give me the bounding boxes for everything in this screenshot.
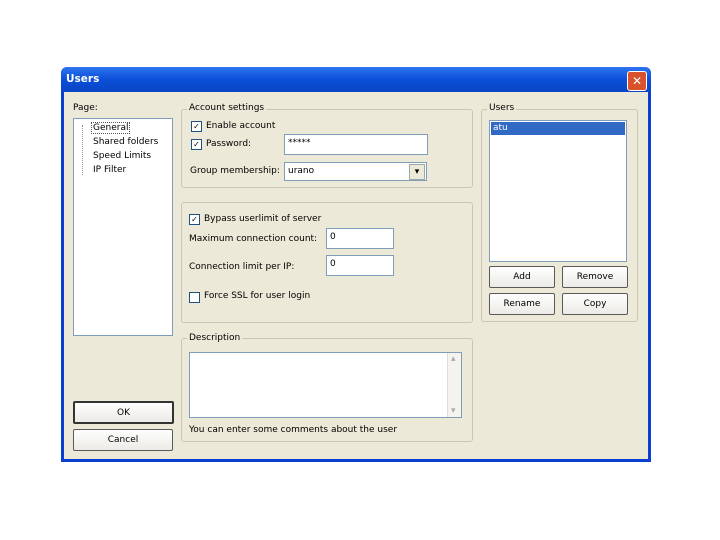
users-list[interactable]: atu [489,120,627,262]
bypass-userlimit-label: Bypass userlimit of server [204,214,322,224]
description-textarea[interactable]: ▴ ▾ [189,352,462,418]
password-checkbox[interactable]: ✓ [191,139,202,150]
check-icon: ✓ [191,215,198,224]
tree-item-general[interactable]: General [91,122,131,134]
bypass-userlimit-checkbox[interactable]: ✓ [189,214,200,225]
connection-per-ip-input[interactable]: 0 [326,255,394,276]
close-icon: ✕ [631,74,643,88]
connection-per-ip-label: Connection limit per IP: [189,262,295,272]
password-value: ***** [288,138,311,148]
max-connection-label: Maximum connection count: [189,234,318,244]
tree-item-speed-limits[interactable]: Speed Limits [93,151,151,161]
force-ssl-label: Force SSL for user login [204,291,311,301]
check-icon: ✓ [193,140,200,149]
tree-item-shared-folders[interactable]: Shared folders [93,137,158,147]
page-label: Page: [73,103,98,113]
description-legend: Description [187,333,243,343]
enable-account-label: Enable account [206,121,276,131]
close-button[interactable]: ✕ [627,71,647,91]
users-legend: Users [487,103,517,113]
window-title: Users [66,73,100,85]
account-settings-legend: Account settings [187,103,267,113]
add-user-button[interactable]: Add [489,266,555,288]
tree-item-ip-filter[interactable]: IP Filter [93,165,126,175]
remove-user-button[interactable]: Remove [562,266,628,288]
max-connection-value: 0 [330,232,336,242]
check-icon: ✓ [193,122,200,131]
rename-user-button[interactable]: Rename [489,293,555,315]
connection-per-ip-value: 0 [330,259,336,269]
password-label: Password: [206,139,252,149]
chevron-down-icon: ▾ [414,167,420,177]
enable-account-checkbox[interactable]: ✓ [191,121,202,132]
copy-user-button[interactable]: Copy [562,293,628,315]
tree-connector [82,125,84,175]
user-list-item[interactable]: atu [491,122,625,135]
group-membership-label: Group membership: [190,166,280,176]
ok-button[interactable]: OK [73,401,174,424]
page-tree[interactable]: General Shared folders Speed Limits IP F… [73,118,173,336]
password-input[interactable]: ***** [284,134,428,155]
max-connection-input[interactable]: 0 [326,228,394,249]
dropdown-button[interactable]: ▾ [409,164,425,180]
description-hint: You can enter some comments about the us… [189,425,398,435]
force-ssl-checkbox[interactable] [189,292,200,303]
title-bar[interactable] [61,67,651,92]
cancel-button[interactable]: Cancel [73,429,173,451]
scroll-down-icon[interactable]: ▾ [451,406,456,416]
scroll-up-icon[interactable]: ▴ [451,354,456,364]
group-membership-value: urano [288,166,315,176]
group-membership-select[interactable]: urano ▾ [284,162,427,181]
description-scrollbar[interactable]: ▴ ▾ [447,353,461,417]
